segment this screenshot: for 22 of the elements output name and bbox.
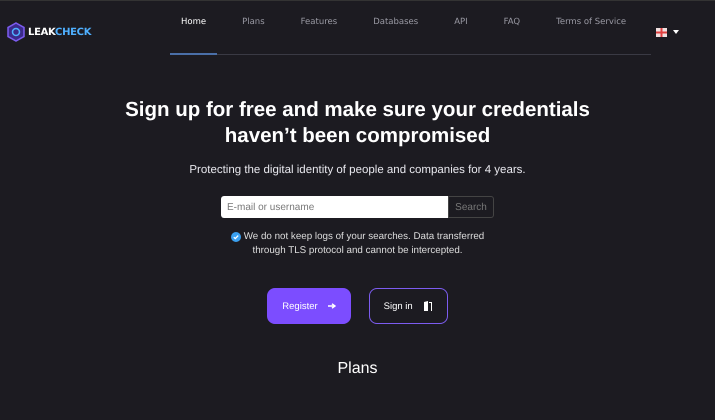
plans-heading: Plans bbox=[337, 360, 378, 378]
privacy-note: through TLS protocol and cannot be intercepted. bbox=[252, 244, 463, 258]
logo-icon bbox=[7, 22, 25, 42]
door-icon bbox=[422, 301, 433, 311]
nav-tab[interactable]: Databases bbox=[362, 16, 430, 54]
logo-text: LEAKCHECK bbox=[28, 26, 92, 38]
privacy-note: We do not keep logs of your searches. Data transferred bbox=[244, 230, 484, 244]
caret-icon[interactable] bbox=[673, 30, 679, 34]
nav-tab[interactable]: Terms of Service bbox=[545, 16, 638, 54]
register-button[interactable]: Register bbox=[267, 288, 351, 324]
sign-in-button[interactable]: Sign in bbox=[368, 288, 448, 324]
nav-tab[interactable]: FAQ bbox=[492, 16, 532, 54]
hero-subtitle: Protecting the digital identity of people and companies for 4 years. bbox=[189, 164, 526, 176]
hero-title: Sign up for free and make sure your credentials haven’t been compromised bbox=[125, 97, 590, 149]
flag-icon[interactable] bbox=[656, 28, 667, 36]
nav-tab[interactable]: API bbox=[443, 16, 479, 54]
nav-tab[interactable]: Features bbox=[290, 16, 348, 54]
nav-tab[interactable]: Plans bbox=[231, 16, 276, 54]
nav-tab[interactable]: Home bbox=[170, 16, 218, 54]
search-field[interactable]: E-mail or username bbox=[221, 196, 448, 218]
search-button[interactable]: Search bbox=[448, 196, 494, 218]
arrow-icon bbox=[328, 303, 336, 309]
